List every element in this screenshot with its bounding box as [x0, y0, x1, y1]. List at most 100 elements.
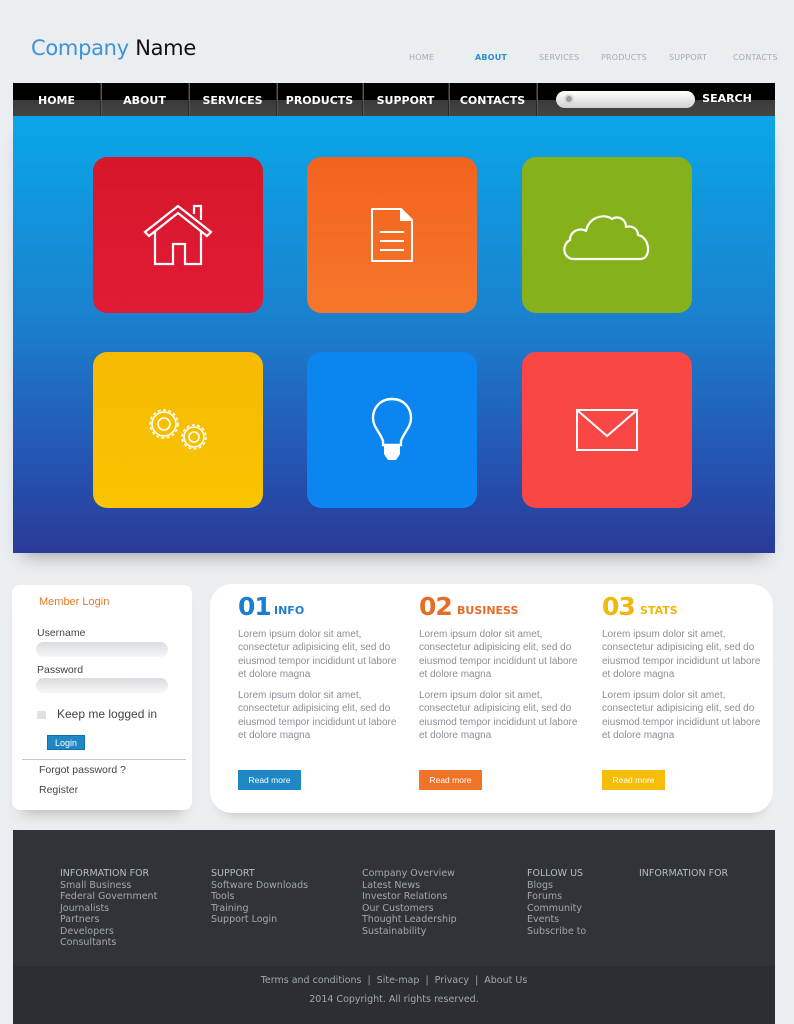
- home-icon: [143, 204, 213, 266]
- footer-column-information: INFORMATION FOR Small Business Federal G…: [60, 868, 157, 949]
- footer-link[interactable]: Tools: [211, 891, 308, 903]
- site-footer: INFORMATION FOR Small Business Federal G…: [13, 830, 775, 1024]
- search-input[interactable]: [556, 91, 695, 108]
- topnav-contacts[interactable]: CONTACTS: [733, 53, 778, 62]
- nav-support[interactable]: SUPPORT: [363, 83, 450, 116]
- cloud-icon: [563, 215, 650, 261]
- footer-column-support: SUPPORT Software Downloads Tools Trainin…: [211, 868, 308, 926]
- column-paragraph: Lorem ipsum dolor sit amet, consectetur …: [602, 690, 761, 741]
- footer-bottom-links: Terms and conditions | Site-map | Privacy | Ab…: [13, 975, 775, 986]
- footer-link[interactable]: Federal Government: [60, 891, 157, 903]
- tile-mail[interactable]: [522, 352, 692, 508]
- tile-ideas[interactable]: [307, 352, 477, 508]
- footer-link[interactable]: Software Downloads: [211, 880, 308, 892]
- nav-services[interactable]: SERVICES: [189, 83, 278, 116]
- topnav-home[interactable]: HOME: [409, 53, 434, 62]
- separator: |: [425, 975, 429, 986]
- topnav-products[interactable]: PRODUCTS: [601, 53, 647, 62]
- footer-link[interactable]: Investor Relations: [362, 891, 457, 903]
- footer-heading: INFORMATION FOR: [639, 868, 729, 879]
- top-navigation: HOME ABOUT SERVICES PRODUCTS SUPPORT CON…: [396, 53, 786, 65]
- username-field[interactable]: [36, 642, 168, 657]
- info-panel: 01 INFO Lorem ipsum dolor sit amet, cons…: [210, 584, 773, 813]
- footer-link[interactable]: Small Business: [60, 880, 157, 892]
- footer-link[interactable]: Training: [211, 903, 308, 915]
- footer-link[interactable]: Subscribe to: [527, 926, 586, 938]
- footer-link[interactable]: Events: [527, 914, 586, 926]
- footer-heading: FOLLOW US: [527, 868, 584, 879]
- keep-logged-in-checkbox[interactable]: [37, 711, 46, 719]
- forgot-password-link[interactable]: Forgot password ?: [39, 764, 126, 776]
- separator: |: [367, 975, 371, 986]
- footer-link[interactable]: Company Overview: [362, 868, 457, 880]
- footer-column-company: Company Overview Latest News Investor Re…: [362, 868, 457, 937]
- footer-link[interactable]: Blogs: [527, 880, 586, 892]
- username-label: Username: [37, 627, 86, 639]
- logo-name: Name: [135, 36, 196, 60]
- footer-column-follow: FOLLOW US Blogs Forums Community Events …: [527, 868, 586, 937]
- nav-about[interactable]: ABOUT: [101, 83, 190, 116]
- nav-contacts[interactable]: CONTACTS: [449, 83, 538, 116]
- sitemap-link[interactable]: Site-map: [377, 975, 420, 986]
- login-divider: [22, 759, 186, 760]
- separator: |: [475, 975, 479, 986]
- envelope-icon: [576, 409, 638, 451]
- footer-link[interactable]: Thought Leadership: [362, 914, 457, 926]
- login-button[interactable]: Login: [47, 735, 85, 750]
- document-icon: [371, 208, 413, 262]
- register-link[interactable]: Register: [39, 784, 78, 796]
- topnav-about[interactable]: ABOUT: [475, 53, 507, 62]
- read-more-button[interactable]: Read more: [238, 770, 301, 790]
- member-login-panel: Member Login Username Password Keep me l…: [12, 585, 192, 810]
- footer-link[interactable]: Developers: [60, 926, 157, 938]
- column-paragraph: Lorem ipsum dolor sit amet, consectetur …: [419, 629, 578, 680]
- hero-banner: [13, 116, 775, 553]
- footer-link[interactable]: Sustainability: [362, 926, 457, 938]
- column-paragraph: Lorem ipsum dolor sit amet, consectetur …: [419, 690, 578, 741]
- copyright-text: 2014 Copyright. All rights reserved.: [309, 994, 479, 1005]
- footer-link[interactable]: Forums: [527, 891, 586, 903]
- search-icon: [564, 94, 574, 104]
- column-number: 03: [602, 592, 636, 621]
- column-paragraph: Lorem ipsum dolor sit amet, consectetur …: [238, 690, 397, 741]
- footer-heading: SUPPORT: [211, 868, 255, 879]
- gears-icon: [149, 409, 207, 450]
- footer-link[interactable]: Partners: [60, 914, 157, 926]
- topnav-services[interactable]: SERVICES: [539, 53, 579, 62]
- logo-company: Company: [31, 36, 129, 60]
- terms-link[interactable]: Terms and conditions: [261, 975, 362, 986]
- tile-settings[interactable]: [93, 352, 263, 508]
- column-number: 01: [238, 592, 272, 621]
- search-button[interactable]: SEARCH: [697, 83, 757, 116]
- footer-link[interactable]: Consultants: [60, 937, 157, 949]
- tile-document[interactable]: [307, 157, 477, 313]
- tile-home[interactable]: [93, 157, 263, 313]
- footer-link[interactable]: Support Login: [211, 914, 308, 926]
- footer-column-information-2: INFORMATION FOR: [639, 868, 728, 880]
- company-logo[interactable]: Company Name: [31, 36, 196, 60]
- privacy-link[interactable]: Privacy: [435, 975, 469, 986]
- read-more-button[interactable]: Read more: [419, 770, 482, 790]
- column-heading: STATS: [640, 604, 678, 617]
- column-paragraph: Lorem ipsum dolor sit amet, consectetur …: [238, 629, 397, 680]
- footer-link[interactable]: Our Customers: [362, 903, 457, 915]
- main-navigation-bar: HOME ABOUT SERVICES PRODUCTS SUPPORT CON…: [13, 83, 775, 116]
- nav-products[interactable]: PRODUCTS: [277, 83, 364, 116]
- tile-cloud[interactable]: [522, 157, 692, 313]
- password-field[interactable]: [36, 678, 168, 693]
- footer-heading: INFORMATION FOR: [60, 868, 150, 879]
- column-heading: INFO: [274, 604, 305, 617]
- nav-home[interactable]: HOME: [13, 83, 102, 116]
- footer-link[interactable]: Journalists: [60, 903, 157, 915]
- password-label: Password: [37, 664, 84, 676]
- login-title: Member Login: [39, 596, 110, 608]
- column-number: 02: [419, 592, 453, 621]
- column-heading: BUSINESS: [457, 604, 519, 617]
- read-more-button[interactable]: Read more: [602, 770, 665, 790]
- topnav-support[interactable]: SUPPORT: [669, 53, 707, 62]
- keep-logged-in-label: Keep me logged in: [57, 707, 158, 721]
- footer-link[interactable]: Community: [527, 903, 586, 915]
- lightbulb-icon: [371, 397, 413, 460]
- about-us-link[interactable]: About Us: [484, 975, 527, 986]
- footer-link[interactable]: Latest News: [362, 880, 457, 892]
